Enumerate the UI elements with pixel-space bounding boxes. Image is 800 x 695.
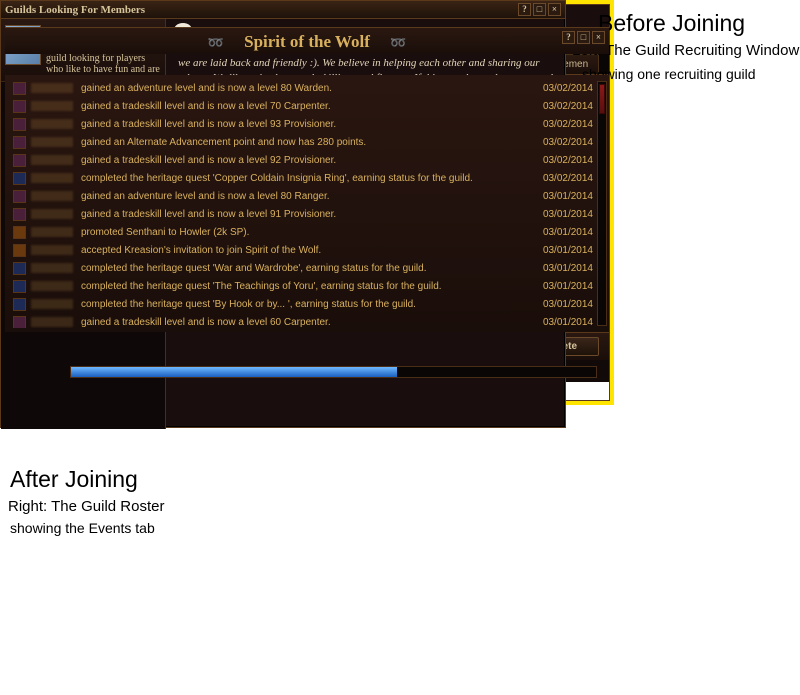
event-text: completed the heritage quest 'The Teachi… xyxy=(81,281,538,292)
annotation-before-title: Before Joining xyxy=(598,10,745,37)
event-row[interactable]: accepted Kreasion's invitation to join S… xyxy=(9,241,605,259)
event-row[interactable]: gained an adventure level and is now a l… xyxy=(9,187,605,205)
event-date: 03/01/2014 xyxy=(543,191,601,202)
annotation-after-small: showing the Events tab xyxy=(10,520,155,536)
event-text: promoted Senthani to Howler (2k SP). xyxy=(81,227,538,238)
help-icon[interactable]: ? xyxy=(562,31,575,44)
event-character-name xyxy=(31,281,73,291)
event-text: gained a tradeskill level and is now a l… xyxy=(81,155,538,166)
event-text: gained an adventure level and is now a l… xyxy=(81,83,538,94)
event-type-icon xyxy=(13,172,26,185)
event-type-icon xyxy=(13,316,26,329)
event-character-name xyxy=(31,155,73,165)
events-panel: gained an adventure level and is now a l… xyxy=(5,75,609,332)
event-character-name xyxy=(31,191,73,201)
close-icon[interactable]: × xyxy=(592,31,605,44)
event-date: 03/02/2014 xyxy=(543,137,601,148)
event-text: accepted Kreasion's invitation to join S… xyxy=(81,245,538,256)
event-row[interactable]: gained an Alternate Advancement point an… xyxy=(9,133,605,151)
event-row[interactable]: gained a tradeskill level and is now a l… xyxy=(9,97,605,115)
event-character-name xyxy=(31,299,73,309)
event-character-name xyxy=(31,137,73,147)
event-date: 03/01/2014 xyxy=(543,281,601,292)
event-character-name xyxy=(31,173,73,183)
annotation-after-title: After Joining xyxy=(10,466,138,493)
event-date: 03/02/2014 xyxy=(543,83,601,94)
scrollbar-thumb[interactable] xyxy=(599,84,605,114)
event-date: 03/02/2014 xyxy=(543,119,601,130)
event-row[interactable]: gained a tradeskill level and is now a l… xyxy=(9,313,605,328)
event-text: gained an adventure level and is now a l… xyxy=(81,191,538,202)
event-date: 03/02/2014 xyxy=(543,155,601,166)
settings-icon[interactable]: □ xyxy=(533,3,546,16)
event-text: gained a tradeskill level and is now a l… xyxy=(81,101,538,112)
event-type-icon xyxy=(13,298,26,311)
event-row[interactable]: gained a tradeskill level and is now a l… xyxy=(9,205,605,223)
event-text: completed the heritage quest 'Copper Col… xyxy=(81,173,538,184)
event-row[interactable]: completed the heritage quest 'War and Wa… xyxy=(9,259,605,277)
event-type-icon xyxy=(13,190,26,203)
help-icon[interactable]: ? xyxy=(518,3,531,16)
event-type-icon xyxy=(13,154,26,167)
event-row[interactable]: gained a tradeskill level and is now a l… xyxy=(9,151,605,169)
annotation-after-sub: Right: The Guild Roster xyxy=(8,498,164,515)
event-type-icon xyxy=(13,262,26,275)
close-icon[interactable]: × xyxy=(548,3,561,16)
event-type-icon xyxy=(13,82,26,95)
event-type-icon xyxy=(13,136,26,149)
event-date: 03/01/2014 xyxy=(543,299,601,310)
roster-title: Spirit of the Wolf ? □ × xyxy=(5,27,609,54)
event-type-icon xyxy=(13,118,26,131)
event-row[interactable]: completed the heritage quest 'Copper Col… xyxy=(9,169,605,187)
event-date: 03/02/2014 xyxy=(543,173,601,184)
events-list: gained an adventure level and is now a l… xyxy=(9,79,605,328)
titlebar: Guilds Looking For Members ? □ × xyxy=(1,1,565,19)
event-text: completed the heritage quest 'By Hook or… xyxy=(81,299,538,310)
event-text: gained an Alternate Advancement point an… xyxy=(81,137,538,148)
event-type-icon xyxy=(13,100,26,113)
scrollbar[interactable] xyxy=(597,81,607,326)
event-row[interactable]: promoted Senthani to Howler (2k SP). 03/0… xyxy=(9,223,605,241)
event-character-name xyxy=(31,245,73,255)
event-character-name xyxy=(31,317,73,327)
event-date: 03/01/2014 xyxy=(543,227,601,238)
event-character-name xyxy=(31,83,73,93)
event-date: 03/01/2014 xyxy=(543,245,601,256)
event-type-icon xyxy=(13,244,26,257)
event-row[interactable]: gained an adventure level and is now a l… xyxy=(9,79,605,97)
event-text: gained a tradeskill level and is now a l… xyxy=(81,119,538,130)
event-date: 03/01/2014 xyxy=(543,209,601,220)
roster-title-text: Spirit of the Wolf xyxy=(244,32,370,51)
event-character-name xyxy=(31,119,73,129)
event-date: 03/01/2014 xyxy=(543,263,601,274)
event-text: completed the heritage quest 'War and Wa… xyxy=(81,263,538,274)
event-character-name xyxy=(31,227,73,237)
event-row[interactable]: completed the heritage quest 'The Teachi… xyxy=(9,277,605,295)
event-character-name xyxy=(31,101,73,111)
event-character-name xyxy=(31,209,73,219)
event-type-icon xyxy=(13,280,26,293)
event-row[interactable]: completed the heritage quest 'By Hook or… xyxy=(9,295,605,313)
level-progress-fill xyxy=(71,367,396,377)
event-character-name xyxy=(31,263,73,273)
event-row[interactable]: gained a tradeskill level and is now a l… xyxy=(9,115,605,133)
event-text: gained a tradeskill level and is now a l… xyxy=(81,209,538,220)
window-title: Guilds Looking For Members xyxy=(5,4,145,16)
event-date: 03/01/2014 xyxy=(543,317,601,328)
event-type-icon xyxy=(13,226,26,239)
event-text: gained a tradeskill level and is now a l… xyxy=(81,317,538,328)
level-progress xyxy=(70,366,597,378)
event-type-icon xyxy=(13,208,26,221)
event-date: 03/02/2014 xyxy=(543,101,601,112)
settings-icon[interactable]: □ xyxy=(577,31,590,44)
